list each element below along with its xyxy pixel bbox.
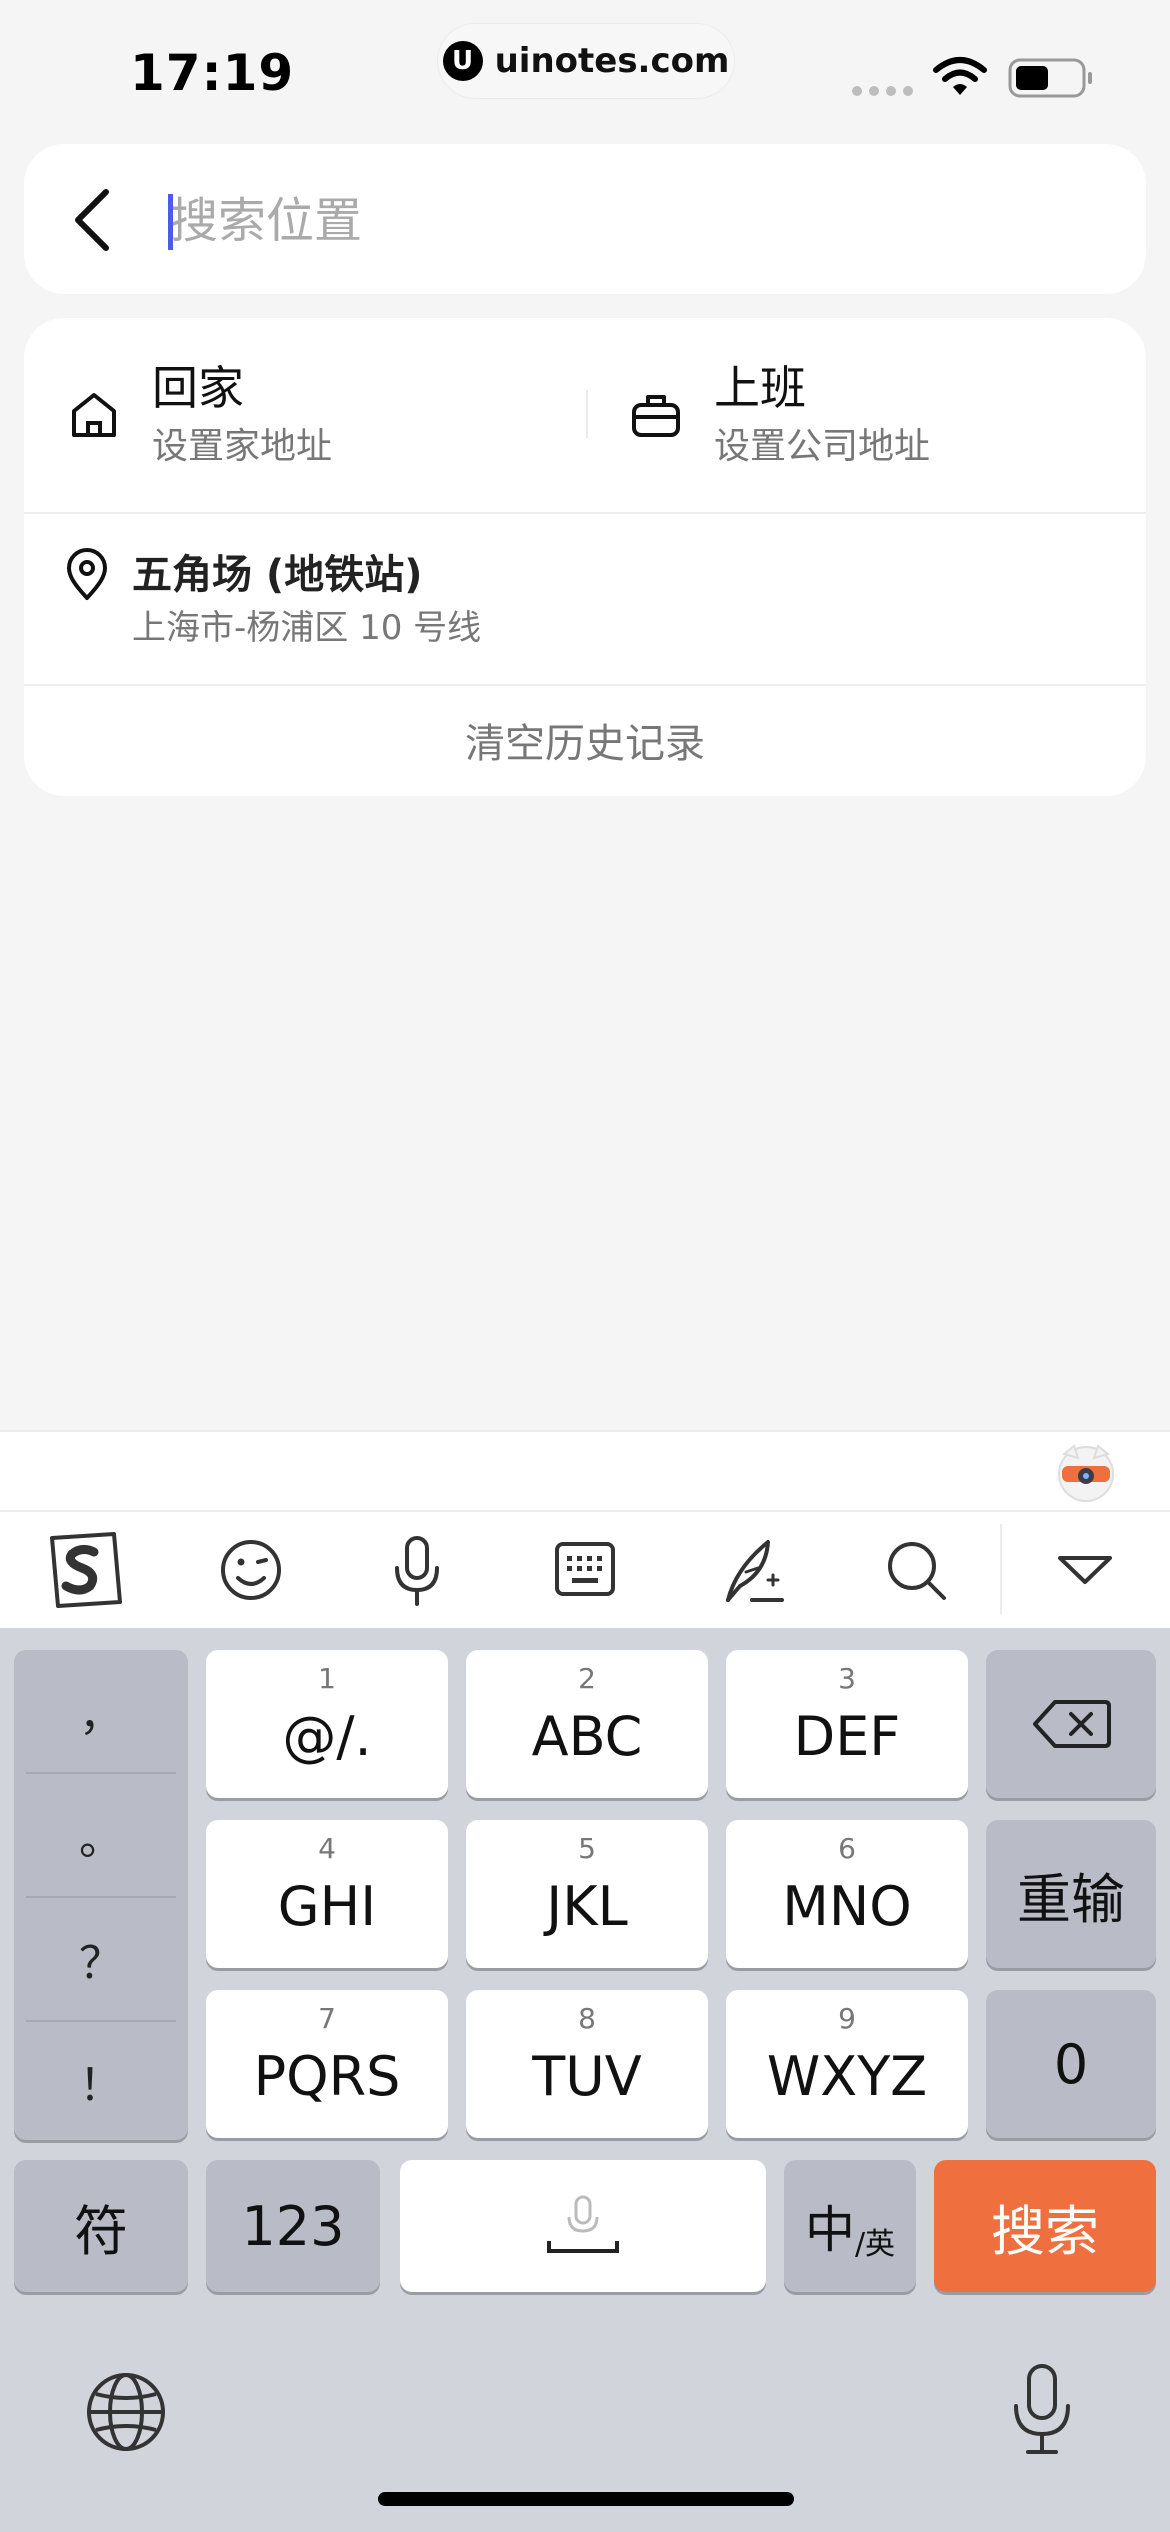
text-caret xyxy=(168,194,173,250)
key-label: DEF xyxy=(793,1704,901,1768)
key-label: GHI xyxy=(277,1874,377,1938)
shortcut-divider xyxy=(586,390,588,438)
language-sub: /英 xyxy=(854,2227,896,2262)
key-label: JKL xyxy=(546,1874,628,1938)
wifi-icon xyxy=(933,57,987,95)
key-6[interactable]: 6 MNO xyxy=(726,1820,968,1968)
globe-icon[interactable] xyxy=(84,2370,168,2454)
keyboard-icon[interactable] xyxy=(540,1528,630,1612)
candidate-bar xyxy=(0,1430,1170,1510)
key-number: 5 xyxy=(578,1832,596,1865)
url-pill[interactable]: U uinotes.com xyxy=(438,24,734,98)
punct-key-exclamation[interactable]: ！ xyxy=(14,2020,188,2142)
dictation-microphone-icon[interactable] xyxy=(1002,2362,1082,2458)
shortcut-work-subtitle: 设置公司地址 xyxy=(714,426,931,467)
key-number: 8 xyxy=(578,2002,596,2035)
search-icon[interactable] xyxy=(872,1528,962,1612)
home-icon xyxy=(72,393,116,437)
shortcut-home-subtitle: 设置家地址 xyxy=(152,426,333,467)
key-number: 1 xyxy=(318,1662,336,1695)
search-key[interactable]: 搜索 xyxy=(934,2160,1156,2292)
numbers-key[interactable]: 123 xyxy=(206,2160,380,2292)
key-label: MNO xyxy=(782,1874,912,1938)
punct-key-comma[interactable]: ， xyxy=(14,1650,188,1772)
shortcut-work[interactable]: 上班 设置公司地址 xyxy=(626,318,1126,512)
toolbar-divider xyxy=(1000,1524,1002,1614)
key-number: 9 xyxy=(838,2002,856,2035)
key-5[interactable]: 5 JKL xyxy=(466,1820,708,1968)
key-number: 4 xyxy=(318,1832,336,1865)
key-7[interactable]: 7 PQRS xyxy=(206,1990,448,2138)
key-label: TUV xyxy=(532,2044,642,2108)
handwriting-icon[interactable] xyxy=(706,1528,796,1612)
language-main: 中 xyxy=(804,2201,855,2259)
url-text: uinotes.com xyxy=(494,41,730,81)
clear-history-button[interactable]: 清空历史记录 xyxy=(24,684,1146,796)
back-arrow-icon[interactable] xyxy=(60,180,130,260)
shortcut-home[interactable]: 回家 设置家地址 xyxy=(64,318,564,512)
search-input[interactable] xyxy=(170,186,1070,256)
punct-key-question[interactable]: ？ xyxy=(14,1898,188,2020)
reenter-key[interactable]: 重输 xyxy=(986,1820,1156,1968)
mascot-icon[interactable] xyxy=(1054,1440,1118,1504)
punct-key-period[interactable]: 。 xyxy=(14,1774,188,1896)
key-0[interactable]: 0 xyxy=(986,1990,1156,2138)
delete-key[interactable] xyxy=(986,1650,1156,1798)
punctuation-column: ， 。 ？ ！ xyxy=(14,1650,188,2140)
key-2[interactable]: 2 ABC xyxy=(466,1650,708,1798)
location-panel: 回家 设置家地址 上班 设置公司地址 五角场 (地铁站) 上海市-杨浦区 10 … xyxy=(24,318,1146,796)
cellular-signal-icon xyxy=(852,86,913,96)
battery-icon xyxy=(1008,58,1092,98)
history-item-address: 上海市-杨浦区 10 号线 xyxy=(132,608,482,648)
collapse-keyboard-icon[interactable] xyxy=(1040,1528,1130,1612)
microphone-icon[interactable] xyxy=(372,1528,462,1612)
backspace-icon xyxy=(1033,1700,1111,1748)
history-item[interactable]: 五角场 (地铁站) 上海市-杨浦区 10 号线 xyxy=(24,512,1146,684)
history-item-name: 五角场 (地铁站) xyxy=(132,552,423,598)
space-key[interactable] xyxy=(400,2160,766,2292)
shortcut-work-title: 上班 xyxy=(714,361,806,415)
key-number: 7 xyxy=(318,2002,336,2035)
sogou-logo-icon[interactable] xyxy=(38,1528,128,1612)
briefcase-icon xyxy=(632,395,680,437)
key-1[interactable]: 1 @/. xyxy=(206,1650,448,1798)
key-number: 6 xyxy=(838,1832,856,1865)
language-toggle-key[interactable]: 中/英 xyxy=(784,2160,916,2292)
space-mic-icon xyxy=(547,2195,619,2253)
status-time: 17:19 xyxy=(130,44,295,102)
key-number: 3 xyxy=(838,1662,856,1695)
key-4[interactable]: 4 GHI xyxy=(206,1820,448,1968)
location-pin-icon xyxy=(67,548,107,600)
symbols-key[interactable]: 符 xyxy=(14,2160,188,2292)
key-9[interactable]: 9 WXYZ xyxy=(726,1990,968,2138)
key-number: 2 xyxy=(578,1662,596,1695)
key-label: PQRS xyxy=(253,2044,401,2108)
key-label: @/. xyxy=(282,1704,372,1768)
key-3[interactable]: 3 DEF xyxy=(726,1650,968,1798)
key-label: ABC xyxy=(531,1704,643,1768)
emoji-icon[interactable] xyxy=(206,1528,296,1612)
shortcut-home-title: 回家 xyxy=(152,361,244,415)
site-logo-icon: U xyxy=(442,41,483,81)
home-indicator[interactable] xyxy=(378,2492,794,2506)
key-label: WXYZ xyxy=(766,2044,928,2108)
key-8[interactable]: 8 TUV xyxy=(466,1990,708,2138)
